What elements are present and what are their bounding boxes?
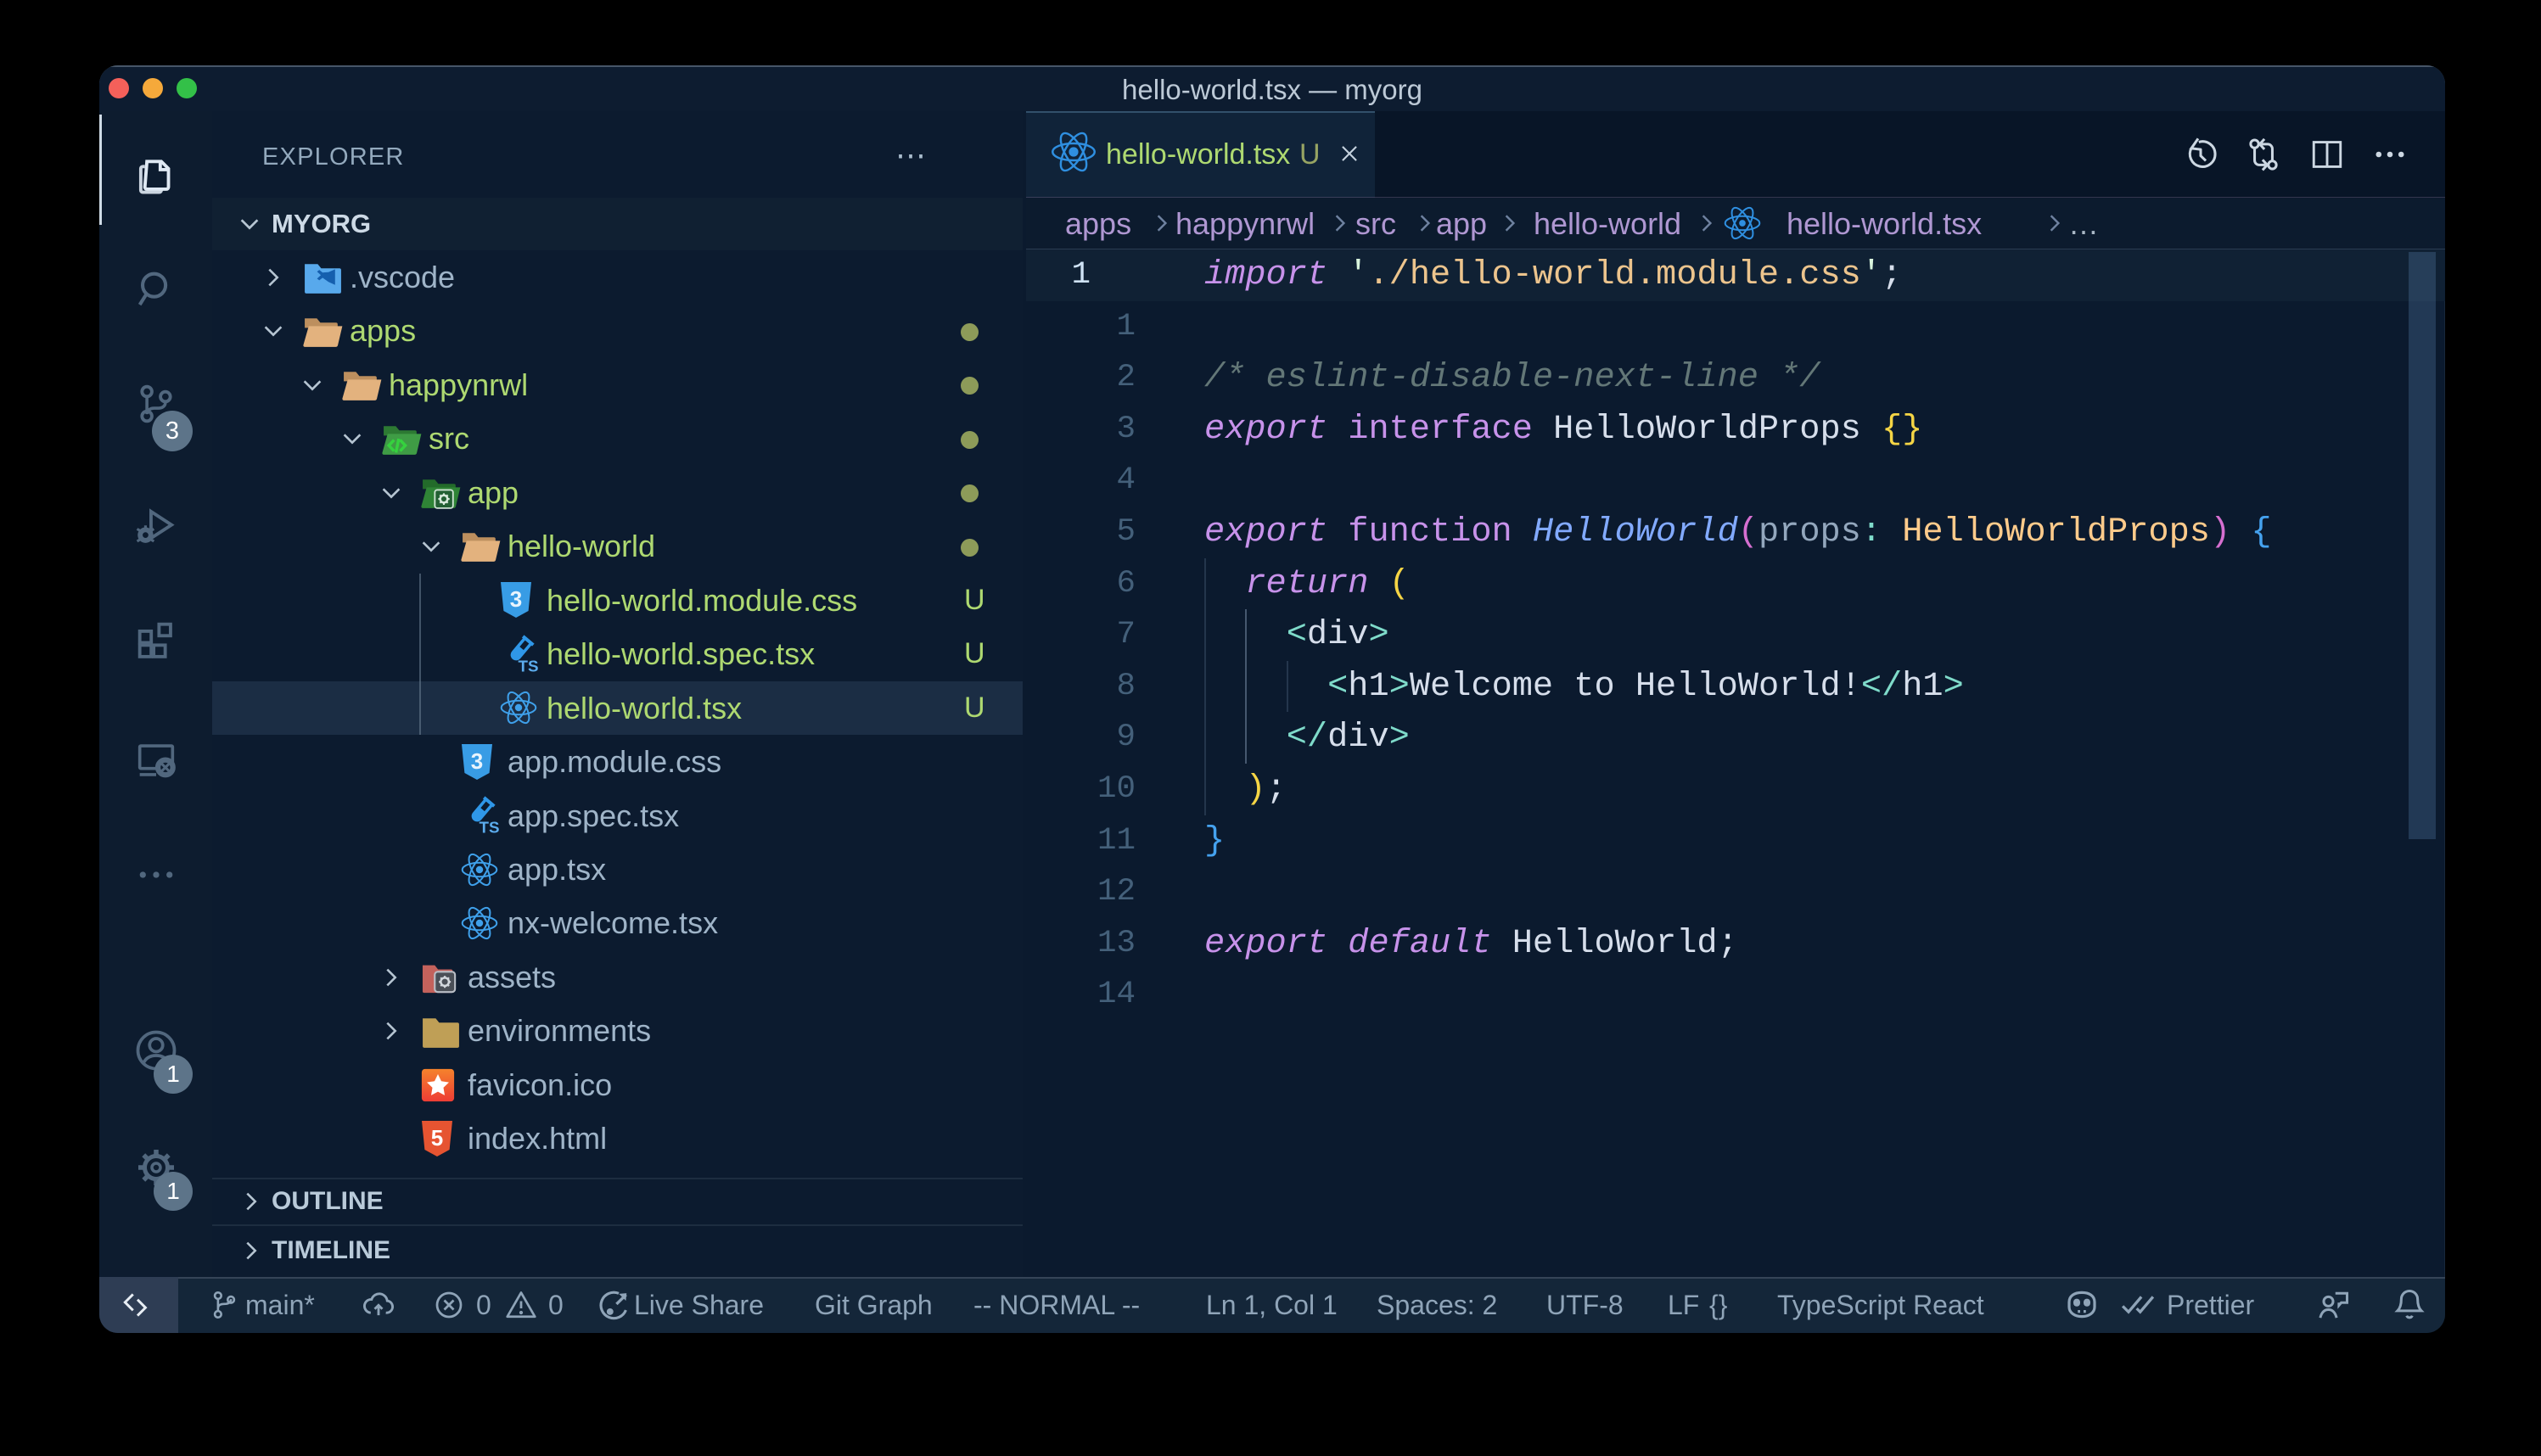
svg-text:3: 3 bbox=[471, 748, 483, 774]
svg-text:TS: TS bbox=[519, 657, 539, 675]
svg-text:5: 5 bbox=[431, 1125, 443, 1151]
svg-text:3: 3 bbox=[510, 586, 522, 612]
svg-text:TS: TS bbox=[480, 819, 500, 837]
